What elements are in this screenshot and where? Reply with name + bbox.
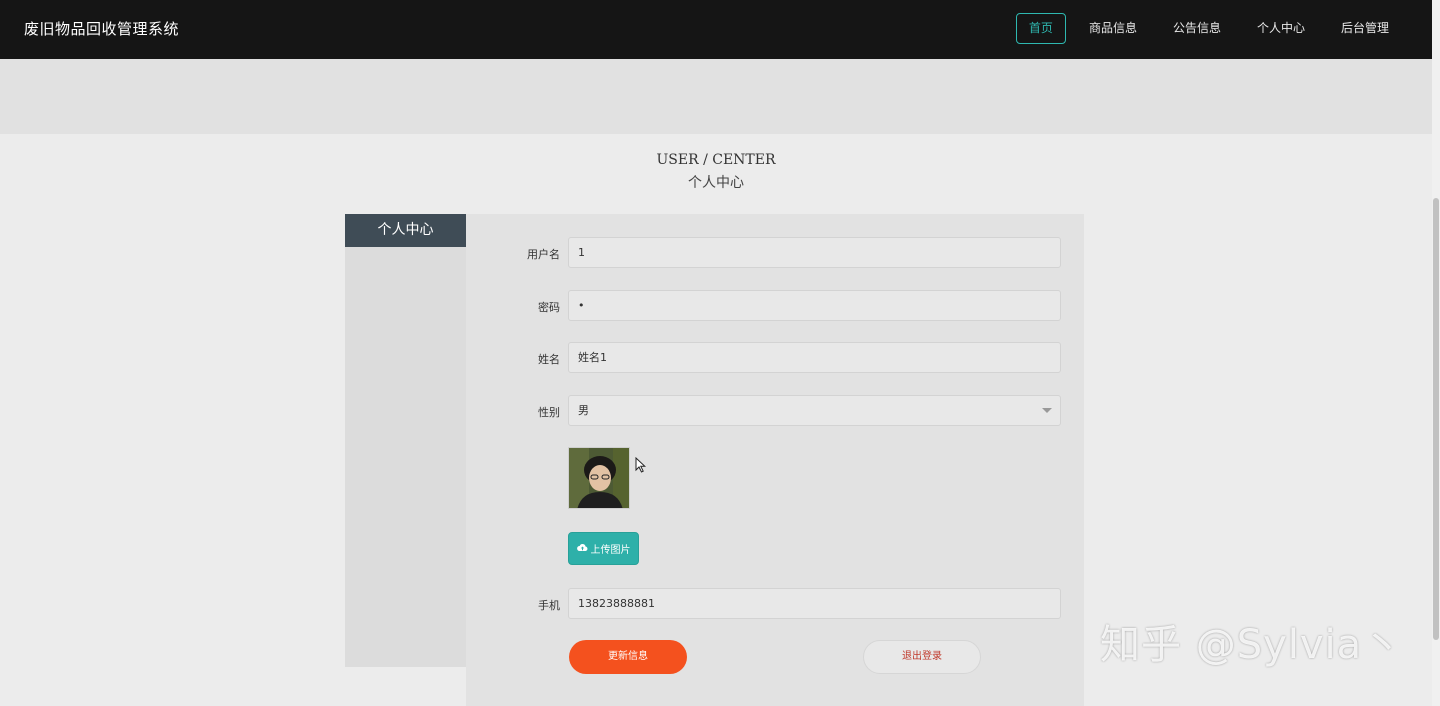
scrollbar-thumb[interactable] xyxy=(1433,198,1439,640)
page-title-en: USER / CENTER xyxy=(656,152,776,168)
phone-field[interactable]: 13823888881 xyxy=(568,588,1061,619)
page-title-zh: 个人中心 xyxy=(688,175,744,191)
page-scrollbar[interactable] xyxy=(1432,0,1440,706)
avatar-image xyxy=(569,448,629,508)
top-navbar: 废旧物品回收管理系统 首页 商品信息 公告信息 个人中心 后台管理 xyxy=(0,0,1432,59)
upload-image-button[interactable]: 上传图片 xyxy=(568,532,639,565)
profile-form: 用户名 1 密码 • 姓名 姓名1 性别 男 上传图片 手机 138238888… xyxy=(466,214,1084,706)
main-nav: 首页 商品信息 公告信息 个人中心 后台管理 xyxy=(1006,13,1402,44)
nav-item-home[interactable]: 首页 xyxy=(1015,13,1066,44)
sidebar: 个人中心 xyxy=(345,214,466,667)
nav-item-products[interactable]: 商品信息 xyxy=(1076,13,1150,44)
chevron-down-icon xyxy=(1042,408,1052,413)
app-title[interactable]: 废旧物品回收管理系统 xyxy=(24,18,179,39)
phone-label: 手机 xyxy=(538,599,560,612)
name-label: 姓名 xyxy=(538,353,560,366)
username-label: 用户名 xyxy=(527,248,560,261)
gender-label: 性别 xyxy=(538,406,560,419)
username-field[interactable]: 1 xyxy=(568,237,1061,268)
logout-button[interactable]: 退出登录 xyxy=(863,640,981,674)
upload-image-label: 上传图片 xyxy=(590,545,631,556)
gender-select-value: 男 xyxy=(578,404,589,417)
sidebar-item-user-center[interactable]: 个人中心 xyxy=(345,214,466,247)
nav-item-announcements[interactable]: 公告信息 xyxy=(1160,13,1234,44)
name-field[interactable]: 姓名1 xyxy=(568,342,1061,373)
gender-select[interactable]: 男 xyxy=(568,395,1061,426)
watermark: 知乎 @Sylvia丶 xyxy=(1100,622,1404,668)
password-label: 密码 xyxy=(538,301,560,314)
mouse-cursor-icon xyxy=(635,456,647,477)
avatar xyxy=(568,447,630,509)
password-field[interactable]: • xyxy=(568,290,1061,321)
banner-strip xyxy=(0,59,1432,134)
update-info-button[interactable]: 更新信息 xyxy=(569,640,687,674)
nav-item-user-center[interactable]: 个人中心 xyxy=(1244,13,1318,44)
nav-item-admin[interactable]: 后台管理 xyxy=(1328,13,1402,44)
cloud-upload-icon xyxy=(576,543,588,555)
